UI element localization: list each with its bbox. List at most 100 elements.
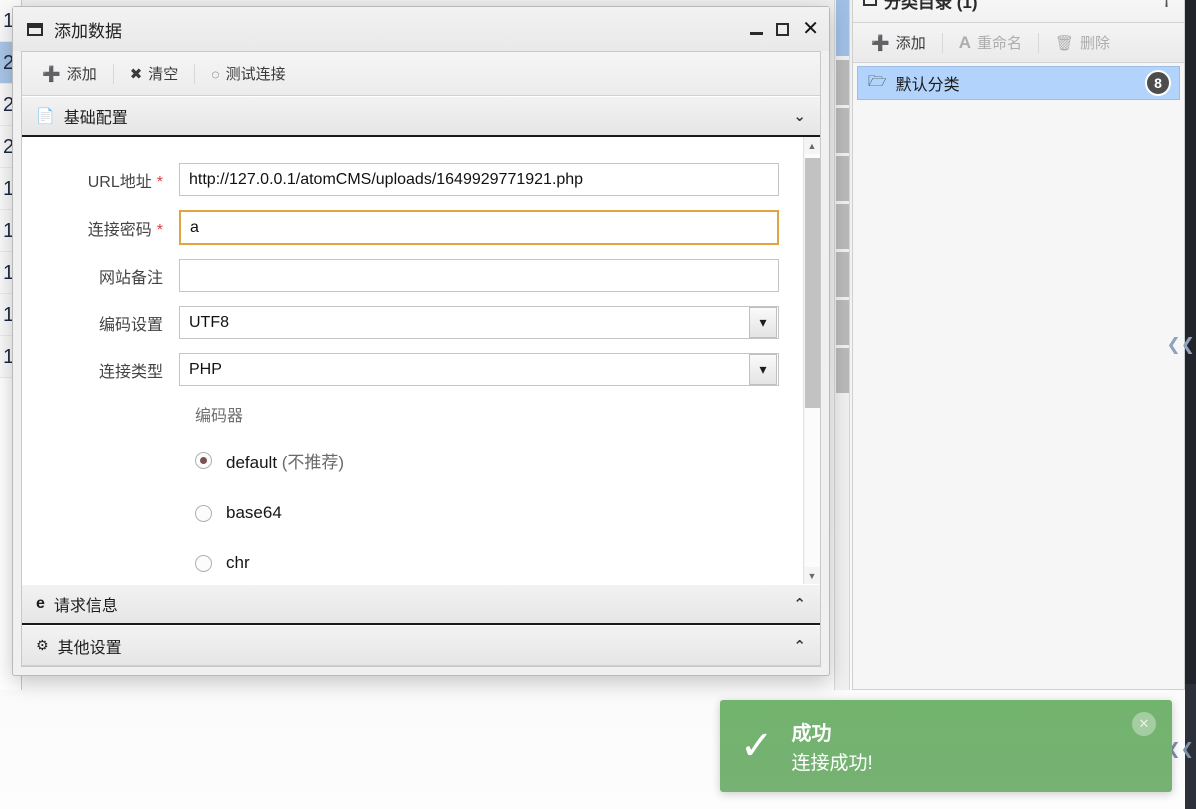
edge-chevron-icon[interactable]: ❮❮ — [1167, 336, 1196, 353]
category-rename-label: 重命名 — [976, 35, 1022, 52]
add-data-dialog: 添加数据 ✕ ➕ 添加 ✖ 清空 ◌ 测试连接 📄 基础配置 ⌄ URL地址 *… — [12, 6, 830, 676]
toolbar-divider — [194, 63, 196, 84]
basic-config-panel: URL地址* 连接密码* 网站备注 — [22, 137, 820, 584]
radio-button-base64[interactable] — [195, 504, 212, 522]
background-scrollbar-segment — [836, 300, 849, 345]
radio-hint-default: (不推荐) — [277, 453, 345, 472]
category-add-button[interactable]: ➕ 添加 — [859, 28, 938, 57]
category-list-item[interactable]: 🗁 默认分类 8 — [857, 66, 1180, 100]
section-label-basic-config: 基础配置 — [63, 110, 128, 127]
scroll-down-arrow-icon[interactable]: ▼ — [804, 567, 821, 584]
form-row-encoding: 编码设置 UTF8 ▾ — [22, 306, 803, 339]
radio-option-default[interactable]: default (不推荐) — [195, 448, 803, 473]
scroll-up-arrow-icon[interactable]: ▲ — [804, 137, 821, 154]
minimize-button[interactable] — [750, 32, 764, 35]
category-add-label: 添加 — [895, 35, 926, 52]
chevron-down-icon[interactable]: ▾ — [749, 307, 777, 338]
label-encoding: 编码设置 — [22, 311, 179, 335]
category-delete-button[interactable]: 🗑 删除 — [1043, 28, 1122, 57]
chevron-down-icon[interactable]: ▾ — [749, 354, 777, 385]
radio-option-chr[interactable]: chr — [195, 553, 803, 573]
form-row-password: 连接密码 * — [22, 210, 803, 245]
folder-icon: 🗁 — [868, 72, 887, 90]
label-url: URL地址 * — [22, 168, 179, 192]
form-row-remark: 网站备注 — [22, 259, 803, 292]
section-header-other-settings[interactable]: ⚙ 其他设置 ⌃ — [22, 625, 820, 666]
toast-message: 连接成功! — [791, 753, 873, 774]
category-list: 🗁 默认分类 8 — [853, 63, 1184, 689]
form-row-url: URL地址 * — [22, 163, 803, 196]
url-input[interactable] — [179, 163, 779, 196]
section-header-basic-config[interactable]: 📄 基础配置 ⌄ — [22, 96, 820, 137]
encoder-group-title: 编码器 — [195, 408, 244, 425]
category-panel-header: 分类目录 (1) ➚ — [853, 0, 1184, 23]
label-remark-text: 网站备注 — [98, 269, 163, 287]
success-toast: ✓ 成功 连接成功! ✕ — [720, 700, 1172, 792]
window-icon — [863, 0, 877, 6]
toast-close-button[interactable]: ✕ — [1132, 712, 1156, 736]
dialog-test-connection-button[interactable]: ◌ 测试连接 — [199, 59, 297, 88]
form-scrollbar-track[interactable] — [804, 154, 820, 567]
plus-circle-icon: ➕ — [42, 65, 61, 83]
required-marker: * — [156, 221, 163, 239]
section-header-request-info[interactable]: e 请求信息 ⌃ — [22, 584, 820, 625]
chevron-up-icon[interactable]: ⌃ — [793, 595, 806, 613]
connection-type-select-value: PHP — [189, 360, 222, 378]
encoding-select-value: UTF8 — [189, 313, 229, 331]
radio-label-chr: chr — [226, 553, 250, 572]
radio-option-base64[interactable]: base64 — [195, 503, 803, 523]
gears-icon: ⚙ — [36, 637, 49, 653]
check-icon: ✓ — [740, 724, 774, 768]
category-item-label: 默认分类 — [895, 77, 960, 94]
background-scrollbar-segment — [836, 252, 849, 297]
background-list-scrollbar[interactable] — [834, 0, 850, 690]
required-marker: * — [156, 173, 163, 191]
expand-arrow-icon[interactable]: ➚ — [1154, 0, 1180, 13]
close-button[interactable]: ✕ — [802, 19, 819, 39]
config-form: URL地址* 连接密码* 网站备注 — [22, 137, 803, 584]
dialog-add-button[interactable]: ➕ 添加 — [30, 59, 109, 88]
dialog-clear-button[interactable]: ✖ 清空 — [118, 59, 191, 88]
label-conn-type-text: 连接类型 — [98, 363, 163, 381]
radio-button-chr[interactable] — [195, 554, 212, 572]
encoder-radio-group: 编码器 default (不推荐) base64 chr — [195, 402, 803, 573]
category-directory-panel: 分类目录 (1) ➚ ➕ 添加 A 重命名 🗑 删除 🗁 默认分类 8 — [852, 0, 1185, 690]
label-password-text: 连接密码 — [87, 221, 152, 239]
category-delete-label: 删除 — [1080, 35, 1111, 52]
category-count-badge: 8 — [1145, 70, 1171, 96]
dialog-title: 添加数据 — [54, 21, 122, 41]
form-scrollbar[interactable]: ▲ ▼ — [803, 137, 820, 584]
dialog-titlebar[interactable]: 添加数据 ✕ — [13, 7, 829, 51]
dialog-toolbar: ➕ 添加 ✖ 清空 ◌ 测试连接 — [22, 52, 820, 96]
toast-title: 成功 — [791, 723, 832, 745]
document-icon: 📄 — [36, 108, 55, 125]
connection-type-select[interactable]: PHP ▾ — [179, 353, 779, 386]
window-icon — [27, 22, 43, 36]
chevron-up-icon[interactable]: ⌃ — [793, 637, 806, 655]
toolbar-divider — [1038, 32, 1039, 53]
trash-icon: 🗑 — [1055, 34, 1075, 52]
label-password: 连接密码 * — [22, 216, 179, 240]
password-input[interactable] — [179, 210, 779, 245]
dialog-clear-label: 清空 — [148, 66, 179, 83]
encoding-select[interactable]: UTF8 ▾ — [179, 306, 779, 339]
toolbar-divider — [112, 63, 114, 84]
label-url-text: URL地址 — [87, 173, 152, 191]
radio-button-default[interactable] — [195, 452, 212, 469]
form-row-conn-type: 连接类型 PHP ▾ — [22, 353, 803, 386]
background-scrollbar-segment — [836, 348, 849, 393]
dialog-test-connection-label: 测试连接 — [225, 66, 286, 83]
chevron-down-icon[interactable]: ⌄ — [793, 107, 806, 125]
background-scrollbar-thumb[interactable] — [836, 0, 849, 56]
background-scrollbar-segment — [836, 204, 849, 249]
category-panel-toolbar: ➕ 添加 A 重命名 🗑 删除 — [853, 23, 1184, 63]
form-scrollbar-thumb[interactable] — [804, 158, 820, 408]
text-a-icon: A — [958, 32, 971, 52]
remark-input[interactable] — [179, 259, 779, 292]
category-rename-button[interactable]: A 重命名 — [947, 28, 1034, 57]
maximize-button[interactable] — [776, 22, 790, 36]
toolbar-divider — [941, 32, 943, 53]
radio-label-base64: base64 — [226, 503, 282, 522]
background-scrollbar-segment — [836, 60, 849, 105]
label-remark: 网站备注 — [22, 264, 179, 288]
